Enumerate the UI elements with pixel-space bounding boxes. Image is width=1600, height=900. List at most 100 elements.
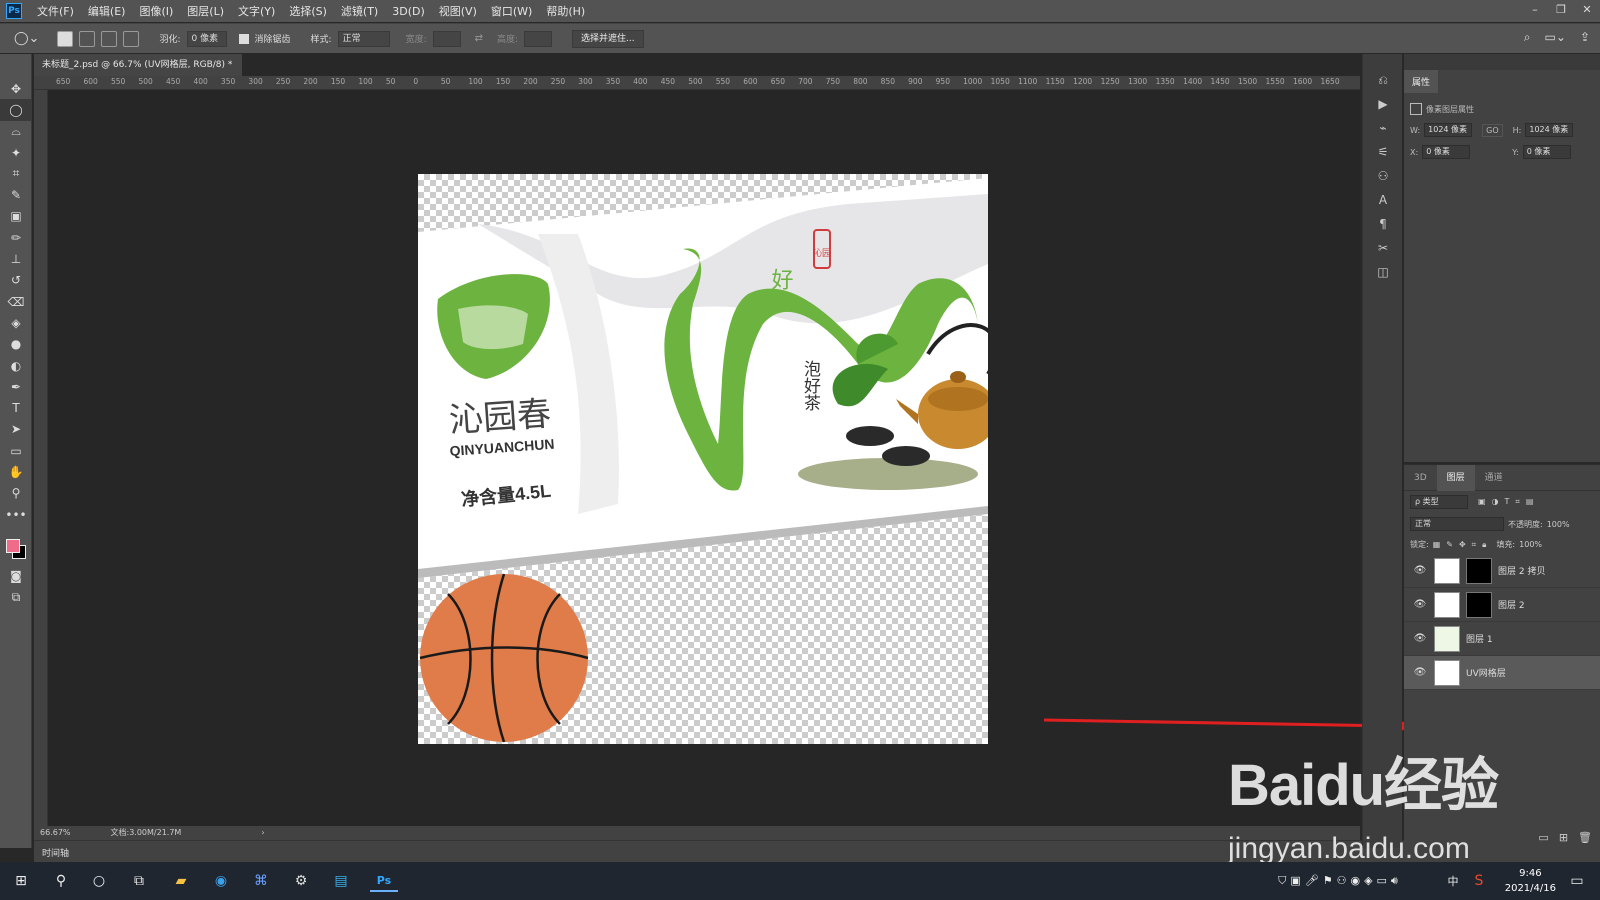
search-icon[interactable]: ⌕ [1524,30,1531,45]
character-icon[interactable]: A [1363,188,1403,212]
menu-edit[interactable]: 编辑(E) [81,3,133,19]
layer-name[interactable]: UV网格层 [1466,666,1506,679]
rectangle-tool-icon[interactable]: ▭ [0,440,32,461]
layer-filter-select[interactable]: ρ 类型 [1410,495,1468,509]
quick-mask-icon[interactable]: ◙ [0,565,32,586]
paint-bucket-icon[interactable]: ◈ [0,312,32,333]
workspace-icon[interactable]: ▭⌄ [1545,30,1566,45]
brush-settings-icon[interactable]: ⌁ [1363,116,1403,140]
crop-tool-icon[interactable]: ⌗ [0,163,32,184]
link-dimensions-icon[interactable]: GO [1482,123,1503,137]
path-select-icon[interactable]: ➤ [0,419,32,440]
menu-window[interactable]: 窗口(W) [484,3,539,19]
layer-name[interactable]: 图层 2 [1498,598,1525,611]
visibility-eye-icon[interactable]: 👁︎ [1412,599,1428,610]
app-icon-4[interactable]: ⚙ [290,870,312,892]
cortana-icon[interactable]: ○ [88,870,110,892]
pen-tool-icon[interactable]: ✒ [0,376,32,397]
restore-icon[interactable]: ❐ [1548,0,1574,22]
timeline-tab[interactable]: 时间轴 [42,846,69,859]
zoom-tool-icon[interactable]: ⚲ [0,483,32,504]
windows-start-icon[interactable]: ⊞ [10,870,32,892]
visibility-eye-icon[interactable]: 👁︎ [1412,565,1428,576]
antialias-checkbox[interactable] [238,33,249,44]
more-tools-icon[interactable]: ••• [0,504,32,525]
add-selection-icon[interactable] [79,30,96,47]
task-view-icon[interactable]: ⧉ [128,870,150,892]
menu-file[interactable]: 文件(F) [30,3,81,19]
system-tray-icons[interactable]: ⛉▣🎤︎⚑⚇◉◈▭🔊︎ [1250,870,1430,892]
layer-row[interactable]: 👁︎ 图层 2 拷贝 [1404,554,1600,588]
document-tab[interactable]: 未标题_2.psd @ 66.7% (UV网格层, RGB/8) * × [34,54,242,92]
history-brush-icon[interactable]: ↺ [0,270,32,291]
dodge-tool-icon[interactable]: ◐ [0,355,32,376]
status-menu-arrow-icon[interactable]: › [261,826,264,840]
actions-play-icon[interactable]: ▶ [1363,92,1403,116]
new-layer-icon[interactable]: ⊞ [1559,831,1568,844]
zoom-level[interactable]: 66.67% [40,826,71,840]
document-canvas[interactable]: 沁园 沁园春 QINYUANCHUN 净含量4.5L 好水 泡好茶 [418,174,988,744]
foreground-color-swatch[interactable] [6,539,20,554]
height-prop-input[interactable]: 1024 像素 [1525,123,1574,137]
sogou-icon[interactable]: S [1468,870,1490,892]
tab-layers[interactable]: 图层 [1436,464,1475,491]
visibility-eye-icon[interactable]: 👁︎ [1412,667,1428,678]
adjustments-icon[interactable]: ⚟ [1363,140,1403,164]
select-and-mask-button[interactable]: 选择并遮住... [572,29,644,48]
blend-mode-select[interactable]: 正常 [1410,517,1504,531]
frame-tool-icon[interactable]: ▣ [0,206,32,227]
close-icon[interactable]: ✕ [1574,0,1600,22]
layer-row-selected[interactable]: 👁︎ UV网格层 [1404,656,1600,690]
menu-help[interactable]: 帮助(H) [539,3,592,19]
x-prop-input[interactable]: 0 像素 [1422,145,1471,159]
eyedropper-icon[interactable]: ✎ [0,184,32,205]
ime-indicator[interactable]: 中 [1442,870,1464,892]
opacity-input[interactable]: 100% [1547,520,1570,529]
layer-row[interactable]: 👁︎ 图层 1 [1404,622,1600,656]
y-prop-input[interactable]: 0 像素 [1522,145,1571,159]
properties-tab[interactable]: 属性 [1404,70,1439,93]
menu-select[interactable]: 选择(S) [282,3,334,19]
app-icon-5[interactable]: ▤ [330,870,352,892]
file-explorer-icon[interactable]: ▰ [170,870,192,892]
tab-3d[interactable]: 3D [1404,465,1437,491]
history-icon[interactable]: ⎌ [1363,68,1403,92]
taskbar-clock[interactable]: 9:46 2021/4/16 [1505,866,1556,896]
libraries-icon[interactable]: ⚇ [1363,164,1403,188]
polygon-lasso-icon[interactable]: ⌓ [0,121,32,142]
edge-browser-icon[interactable]: ◉ [210,870,232,892]
menu-type[interactable]: 文字(Y) [231,3,282,19]
hand-tool-icon[interactable]: ✋ [0,461,32,482]
screen-mode-icon[interactable]: ⧉ [0,587,32,608]
menu-image[interactable]: 图像(I) [132,3,180,19]
style-select[interactable]: 正常 [337,30,390,47]
stamp-tool-icon[interactable]: ⊥ [0,248,32,269]
layer-mask-thumbnail[interactable] [1466,557,1492,584]
share-icon[interactable]: ⇪ [1580,30,1590,45]
tab-channels[interactable]: 通道 [1475,465,1513,491]
swap-icon[interactable]: ⇄ [475,33,483,44]
menu-filter[interactable]: 滤镜(T) [334,3,385,19]
lock-icons[interactable]: ▦✎✥⌗🔒︎ [1433,540,1493,550]
tools-preset-icon[interactable]: ✂ [1363,236,1403,260]
blur-tool-icon[interactable]: ● [0,334,32,355]
info-panel-icon[interactable]: ◫ [1363,260,1403,284]
notification-icon[interactable]: ▭ [1566,870,1588,892]
paragraph-icon[interactable]: ¶ [1363,212,1403,236]
photoshop-taskbar-icon[interactable]: Ps [370,870,398,892]
magic-wand-icon[interactable]: ✦ [0,142,32,163]
width-prop-input[interactable]: 1024 像素 [1424,123,1473,137]
feather-input[interactable]: 0 像素 [186,30,227,47]
brush-tool-icon[interactable]: ✏ [0,227,32,248]
intersect-selection-icon[interactable] [123,30,140,47]
subtract-selection-icon[interactable] [101,30,118,47]
menu-3d[interactable]: 3D(D) [385,5,432,18]
fill-input[interactable]: 100% [1519,540,1542,549]
type-tool-icon[interactable]: T [0,397,32,418]
filter-icons[interactable]: ▣◑T⌗▤ [1478,497,1540,507]
app-icon-3[interactable]: ⌘ [250,870,272,892]
layer-name[interactable]: 图层 1 [1466,632,1493,645]
move-tool-icon[interactable]: ✥ [0,78,32,99]
eraser-tool-icon[interactable]: ⌫ [0,291,32,312]
menu-layer[interactable]: 图层(L) [180,3,231,19]
